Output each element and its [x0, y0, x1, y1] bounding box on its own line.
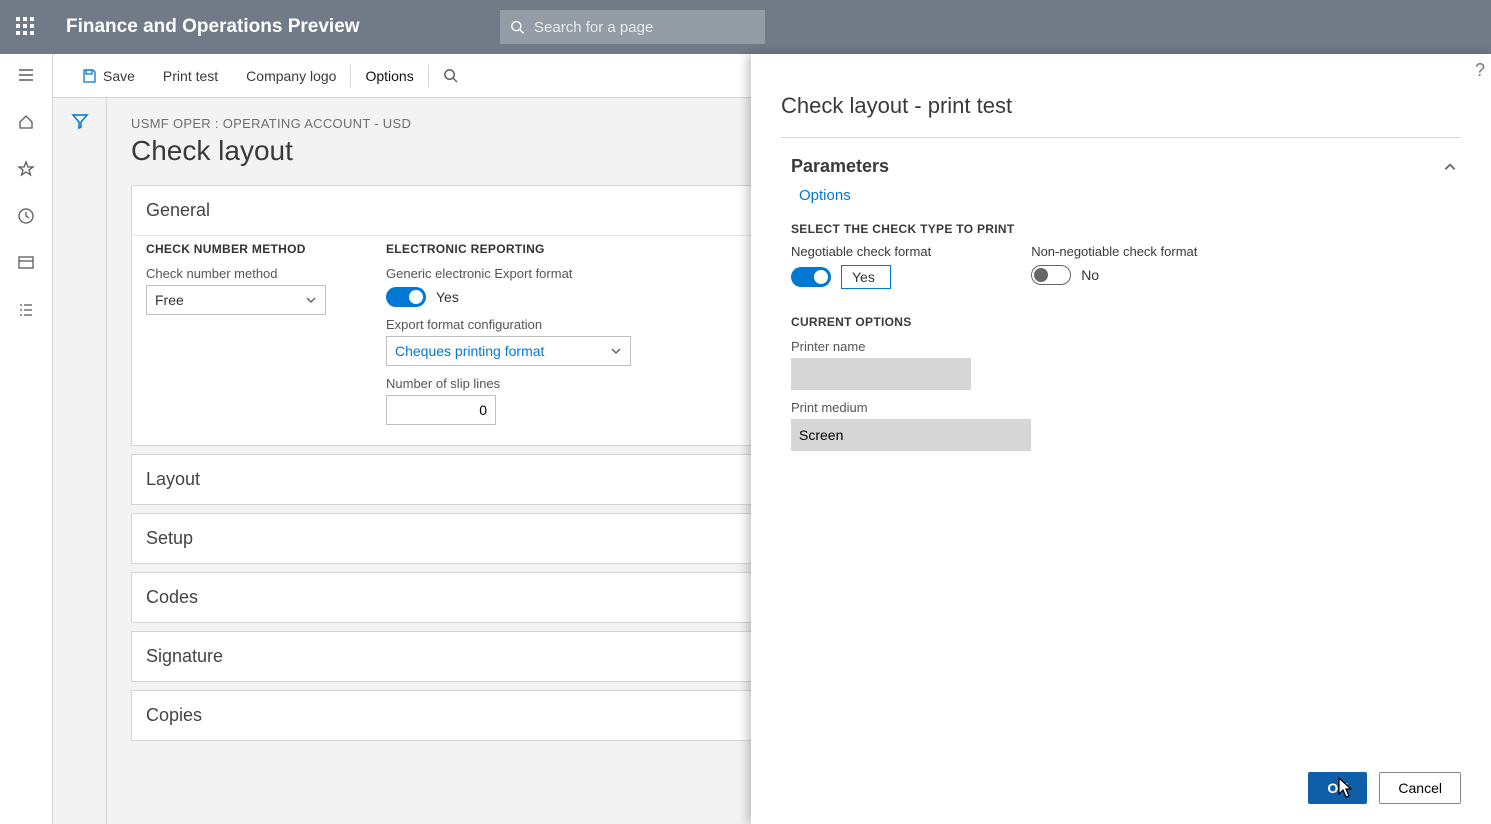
favorites-icon[interactable] — [17, 160, 35, 181]
printer-name-input — [791, 358, 971, 390]
options-link[interactable]: Options — [799, 187, 851, 204]
home-icon[interactable] — [17, 113, 35, 134]
company-logo-button[interactable]: Company logo — [232, 68, 350, 84]
hamburger-icon[interactable] — [17, 66, 35, 87]
check-number-method-select[interactable]: Free — [146, 285, 326, 315]
group-electronic-reporting: ELECTRONIC REPORTING — [386, 242, 631, 256]
group-check-number-method: CHECK NUMBER METHOD — [146, 242, 326, 256]
slip-lines-input[interactable] — [386, 395, 496, 425]
er-toggle[interactable] — [386, 287, 426, 307]
search-icon — [510, 19, 525, 35]
current-options-title: CURRENT OPTIONS — [791, 315, 1461, 329]
printer-name-label: Printer name — [791, 339, 1461, 354]
select-check-type-title: SELECT THE CHECK TYPE TO PRINT — [791, 222, 1461, 236]
print-medium-label: Print medium — [791, 400, 1461, 415]
er-toggle-value: Yes — [436, 289, 459, 305]
side-rail — [0, 54, 53, 824]
print-test-flyout: ? Check layout - print test Parameters O… — [751, 54, 1491, 824]
chevron-down-icon — [610, 345, 622, 357]
print-medium-input — [791, 419, 1031, 451]
save-button[interactable]: Save — [67, 68, 149, 84]
global-search[interactable] — [500, 10, 765, 44]
non-negotiable-toggle[interactable] — [1031, 265, 1071, 285]
export-format-select[interactable]: Cheques printing format — [386, 336, 631, 366]
negotiable-toggle[interactable] — [791, 267, 831, 287]
negotiable-label: Negotiable check format — [791, 244, 931, 259]
save-label: Save — [103, 68, 135, 84]
negotiable-value[interactable]: Yes — [841, 265, 891, 289]
save-icon — [81, 68, 97, 84]
recent-icon[interactable] — [17, 207, 35, 228]
er-toggle-label: Generic electronic Export format — [386, 266, 631, 281]
chevron-down-icon — [305, 294, 317, 306]
check-number-method-label: Check number method — [146, 266, 326, 281]
export-format-label: Export format configuration — [386, 317, 631, 332]
app-title: Finance and Operations Preview — [66, 16, 360, 38]
chevron-up-icon — [1443, 160, 1457, 174]
check-number-method-value: Free — [155, 292, 184, 308]
cancel-button[interactable]: Cancel — [1379, 772, 1461, 804]
parameters-header[interactable]: Parameters — [781, 152, 1461, 187]
toolbar-search-icon[interactable] — [429, 68, 472, 83]
filter-icon[interactable] — [71, 112, 89, 824]
export-format-value: Cheques printing format — [395, 343, 544, 359]
ok-button[interactable]: OK — [1308, 772, 1367, 804]
slip-lines-label: Number of slip lines — [386, 376, 631, 391]
non-negotiable-label: Non-negotiable check format — [1031, 244, 1197, 259]
modules-icon[interactable] — [17, 301, 35, 322]
parameters-label: Parameters — [791, 156, 889, 177]
flyout-title: Check layout - print test — [781, 93, 1461, 119]
print-test-button[interactable]: Print test — [149, 68, 232, 84]
app-launcher-icon[interactable] — [16, 17, 36, 37]
search-input[interactable] — [532, 18, 755, 37]
help-icon[interactable]: ? — [1475, 60, 1485, 81]
non-negotiable-value: No — [1081, 267, 1099, 283]
workspaces-icon[interactable] — [17, 254, 35, 275]
options-button[interactable]: Options — [351, 68, 427, 84]
